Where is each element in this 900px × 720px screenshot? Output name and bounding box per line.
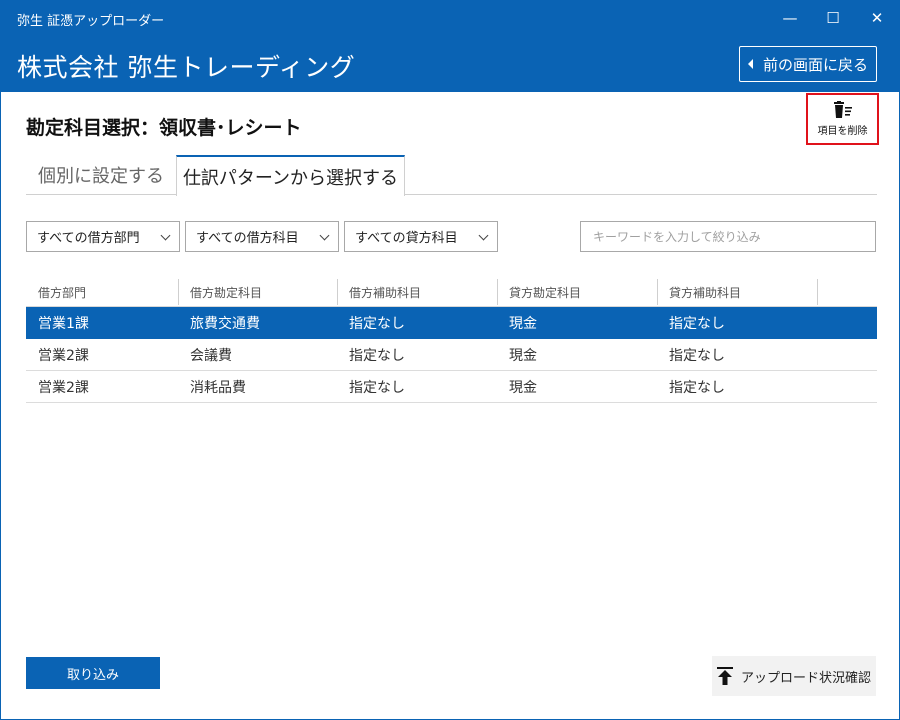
journal-pattern-table: 借方部門 借方勘定科目 借方補助科目 貸方勘定科目 貸方補助科目 営業1課 旅費… bbox=[26, 277, 877, 403]
back-button-label: 前の画面に戻る bbox=[762, 55, 868, 74]
app-header: 株式会社 弥生トレーディング 前の画面に戻る bbox=[1, 35, 899, 92]
import-button[interactable]: 取り込み bbox=[26, 657, 160, 689]
chevron-down-icon bbox=[478, 230, 489, 241]
column-divider[interactable] bbox=[817, 279, 818, 305]
cell-credit-account: 現金 bbox=[509, 348, 537, 364]
debit-account-select[interactable]: すべての借方科目 bbox=[185, 221, 339, 252]
debit-account-value: すべての借方科目 bbox=[196, 231, 299, 246]
cell-debit-department: 営業2課 bbox=[38, 348, 89, 364]
cell-credit-sub-account: 指定なし bbox=[669, 348, 725, 364]
column-header-credit-account[interactable]: 貸方勘定科目 bbox=[497, 277, 581, 307]
column-header-debit-account[interactable]: 借方勘定科目 bbox=[178, 277, 262, 307]
table-row[interactable]: 営業2課 会議費 指定なし 現金 指定なし bbox=[26, 339, 877, 371]
cell-debit-sub-account: 指定なし bbox=[349, 316, 405, 332]
company-name: 株式会社 弥生トレーディング bbox=[17, 53, 356, 82]
cell-debit-sub-account: 指定なし bbox=[349, 348, 405, 364]
upload-icon bbox=[716, 667, 733, 685]
chevron-down-icon bbox=[160, 230, 171, 241]
tab-bar: 個別に設定する 仕訳パターンから選択する bbox=[26, 155, 877, 196]
debit-department-select[interactable]: すべての借方部門 bbox=[26, 221, 180, 252]
cell-debit-department: 営業2課 bbox=[38, 380, 89, 396]
cell-debit-account: 会議費 bbox=[190, 348, 232, 364]
column-header-debit-sub-account[interactable]: 借方補助科目 bbox=[337, 277, 421, 307]
delete-item-button[interactable]: 項目を削除 bbox=[806, 93, 879, 145]
cell-debit-account: 消耗品費 bbox=[190, 380, 246, 396]
table-row[interactable]: 営業1課 旅費交通費 指定なし 現金 指定なし bbox=[26, 307, 877, 339]
cell-debit-sub-account: 指定なし bbox=[349, 380, 405, 396]
column-header-credit-sub-account[interactable]: 貸方補助科目 bbox=[657, 277, 741, 307]
minimize-button[interactable]: — bbox=[776, 5, 804, 31]
tab-individual-setting[interactable]: 個別に設定する bbox=[26, 155, 176, 195]
cell-debit-department: 営業1課 bbox=[38, 316, 89, 332]
caret-left-icon bbox=[747, 59, 753, 69]
upload-status-label: アップロード状況確認 bbox=[740, 670, 871, 686]
close-button[interactable]: ✕ bbox=[863, 5, 891, 31]
column-header-debit-department[interactable]: 借方部門 bbox=[26, 277, 86, 307]
delete-item-label: 項目を削除 bbox=[817, 126, 868, 137]
credit-account-select[interactable]: すべての貸方科目 bbox=[344, 221, 498, 252]
cell-credit-account: 現金 bbox=[509, 380, 537, 396]
chevron-down-icon bbox=[319, 230, 330, 241]
table-row[interactable]: 営業2課 消耗品費 指定なし 現金 指定なし bbox=[26, 371, 877, 403]
cell-credit-account: 現金 bbox=[509, 316, 537, 332]
table-header: 借方部門 借方勘定科目 借方補助科目 貸方勘定科目 貸方補助科目 bbox=[26, 277, 877, 307]
back-button[interactable]: 前の画面に戻る bbox=[739, 46, 877, 82]
app-window: 弥生 証憑アップローダー — ☐ ✕ 株式会社 弥生トレーディング 前の画面に戻… bbox=[0, 0, 900, 720]
tab-journal-pattern[interactable]: 仕訳パターンから選択する bbox=[176, 155, 405, 196]
keyword-search-input[interactable] bbox=[580, 221, 876, 252]
credit-account-value: すべての貸方科目 bbox=[355, 231, 458, 246]
cell-credit-sub-account: 指定なし bbox=[669, 380, 725, 396]
title-bar: 弥生 証憑アップローダー — ☐ ✕ bbox=[1, 1, 899, 35]
app-title: 弥生 証憑アップローダー bbox=[17, 14, 165, 29]
maximize-button[interactable]: ☐ bbox=[819, 5, 847, 31]
page-title: 勘定科目選択：領収書･レシート bbox=[26, 117, 302, 139]
cell-debit-account: 旅費交通費 bbox=[190, 316, 260, 332]
cell-credit-sub-account: 指定なし bbox=[669, 316, 725, 332]
trash-icon bbox=[833, 101, 852, 118]
upload-status-button[interactable]: アップロード状況確認 bbox=[712, 656, 876, 696]
debit-department-value: すべての借方部門 bbox=[37, 231, 140, 246]
